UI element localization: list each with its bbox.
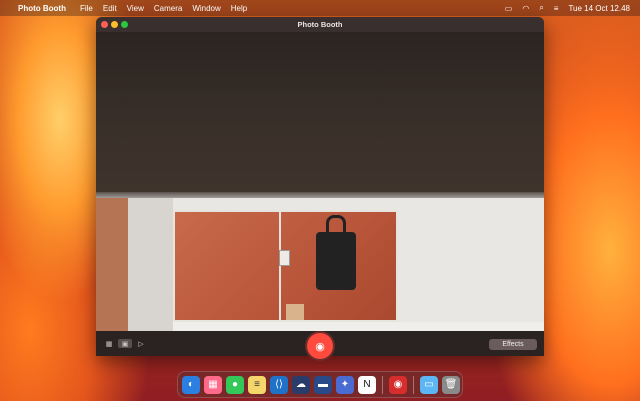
menu-file[interactable]: File <box>80 4 93 13</box>
window-title: Photo Booth <box>297 20 343 29</box>
camera-switch <box>279 250 290 266</box>
menu-datetime[interactable]: Tue 14 Oct 12.48 <box>568 4 630 13</box>
messages-icon[interactable]: ● <box>226 375 244 394</box>
grid-icon[interactable]: ▦ <box>102 339 116 348</box>
photo-booth-window: Photo Booth <box>96 17 544 356</box>
camera-icon: ◉ <box>315 340 325 353</box>
camera-door-divider <box>279 210 281 322</box>
dock-separator <box>413 375 414 394</box>
notes-icon[interactable]: ≡ <box>248 375 266 394</box>
camera-wood-panel <box>96 198 128 345</box>
shutter-button[interactable]: ◉ <box>307 333 333 359</box>
effects-button[interactable]: Effects <box>489 339 537 350</box>
menu-view[interactable]: View <box>127 4 144 13</box>
dock-separator <box>382 375 383 394</box>
photo-booth-controls: ▦ ▣ ▷ ◉ Effects <box>96 331 544 359</box>
vscode-icon[interactable]: ⟨⟩ <box>270 375 288 394</box>
photo-booth-icon[interactable]: ◉ <box>389 375 407 394</box>
camera-box <box>286 304 304 320</box>
camera-preview <box>96 32 544 345</box>
control-center-icon[interactable]: ≡ <box>554 4 559 13</box>
notion-icon[interactable]: N <box>358 375 376 394</box>
window-titlebar[interactable]: Photo Booth <box>96 17 544 32</box>
app-icon[interactable]: ✦ <box>336 375 354 394</box>
folder-icon[interactable]: ▭ <box>420 375 438 394</box>
close-button[interactable] <box>101 21 108 28</box>
single-photo-icon[interactable]: ▣ <box>118 339 132 348</box>
camera-bag <box>316 232 356 290</box>
minimize-button[interactable] <box>111 21 118 28</box>
dock: ◐ ▦ ● ≡ ⟨⟩ ☁ ▬ ✦ N ◉ ▭ 🗑 <box>177 371 463 398</box>
menu-edit[interactable]: Edit <box>103 4 117 13</box>
menu-camera[interactable]: Camera <box>154 4 182 13</box>
menu-app-name[interactable]: Photo Booth <box>18 4 66 13</box>
battery-icon[interactable]: ▭ <box>505 4 513 13</box>
launchpad-icon[interactable]: ▦ <box>204 375 222 394</box>
trash-icon[interactable]: 🗑 <box>442 375 460 394</box>
view-mode-toggle: ▦ ▣ ▷ <box>102 339 148 348</box>
finder-icon[interactable]: ◐ <box>182 375 200 394</box>
fullscreen-button[interactable] <box>121 21 128 28</box>
menu-window[interactable]: Window <box>192 4 220 13</box>
wifi-icon[interactable]: ◠ <box>522 4 529 13</box>
bluesky-icon[interactable]: ☁ <box>292 375 310 394</box>
video-icon[interactable]: ▷ <box>134 339 148 348</box>
camera-ceiling <box>96 32 544 196</box>
menu-help[interactable]: Help <box>231 4 247 13</box>
camera-wall <box>128 198 173 345</box>
search-icon[interactable]: ⌕ <box>539 3 543 13</box>
keynote-icon[interactable]: ▬ <box>314 375 332 394</box>
menu-bar: Photo Booth File Edit View Camera Window… <box>0 0 640 16</box>
